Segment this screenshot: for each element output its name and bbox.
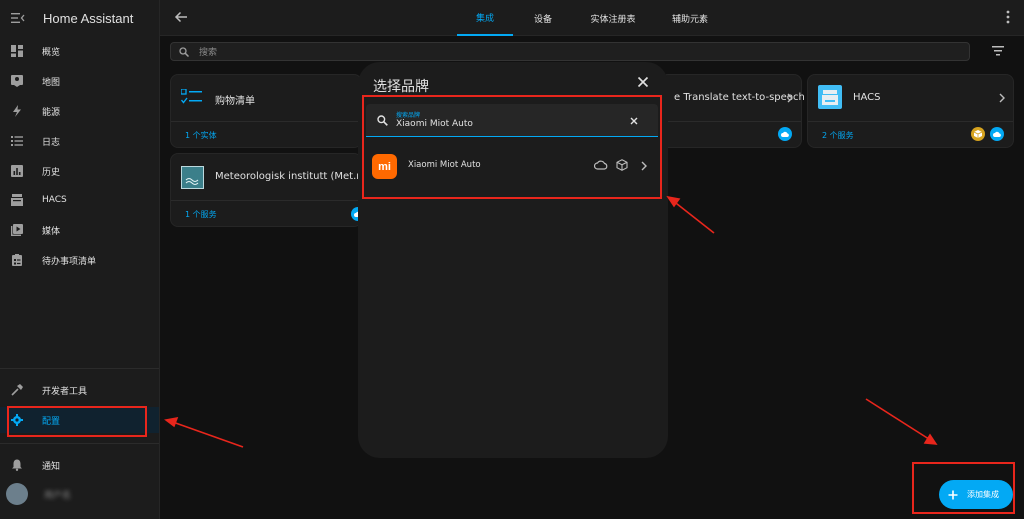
annotation-arrow-add-integration <box>865 398 933 442</box>
annotation-arrow-brand-search <box>671 199 715 234</box>
annotation-arrowhead-add-integration <box>923 433 938 445</box>
annotation-arrowhead-settings <box>164 416 179 428</box>
annotation-arrow-settings <box>169 420 244 448</box>
annotation-arrows <box>164 195 938 448</box>
